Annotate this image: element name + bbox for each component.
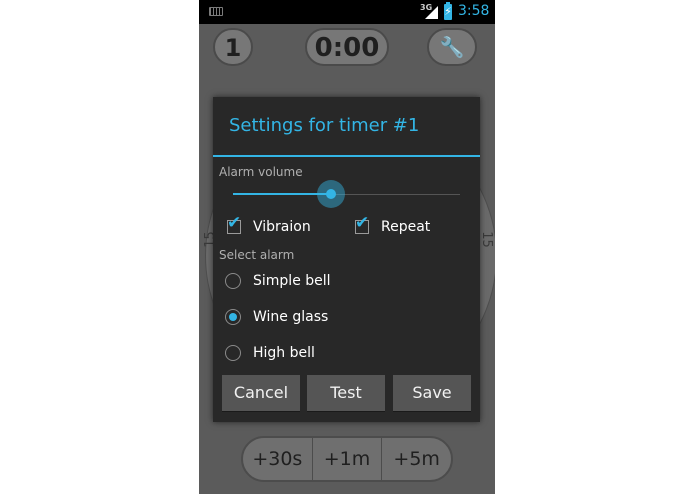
status-clock: 3:58 [458,3,490,19]
timer-count-label: 1 [224,34,242,62]
save-button[interactable]: Save [393,375,471,411]
dial-mark-right: 15 [478,231,494,248]
status-bar: 3G ⚡ 3:58 [199,0,495,24]
vibration-label: Vibraion [253,219,311,235]
timer-time-display[interactable]: 0:00 [305,28,389,66]
alarm-option-label: High bell [253,345,315,361]
alarm-option-high-bell[interactable]: High bell [225,345,315,361]
radio-button[interactable] [225,345,241,361]
slider-fill [233,193,331,195]
signal-icon [425,6,438,19]
battery-charging-icon: ⚡ [444,5,452,18]
alarm-option-label: Wine glass [253,309,329,325]
vibration-checkbox-row[interactable]: ✔ Vibraion [227,215,311,235]
alarm-option-simple-bell[interactable]: Simple bell [225,273,331,289]
alarm-option-label: Simple bell [253,273,331,289]
phone-screen: 3G ⚡ 3:58 1 0:00 🔧 15 15 +30s +1m +5m Se… [199,0,495,494]
radio-button[interactable] [225,273,241,289]
test-button[interactable]: Test [307,375,385,411]
wrench-icon: 🔧 [439,35,465,59]
checkmark-icon: ✔ [227,213,242,233]
timer-count-button[interactable]: 1 [213,28,253,66]
slider-thumb[interactable] [316,180,345,208]
add-time-bar: +30s +1m +5m [241,436,453,482]
select-alarm-label: Select alarm [219,248,295,262]
settings-dialog: Settings for timer #1 Alarm volume ✔ Vib… [213,97,480,422]
vibration-checkbox[interactable]: ✔ [227,215,241,234]
repeat-checkbox-row[interactable]: ✔ Repeat [355,215,431,235]
radio-button-selected[interactable] [225,309,241,325]
timer-time-label: 0:00 [314,33,380,63]
alarm-volume-slider[interactable] [233,180,460,208]
title-divider [213,155,480,157]
repeat-label: Repeat [381,219,431,235]
alarm-option-wine-glass[interactable]: Wine glass [225,309,328,325]
dialog-title: Settings for timer #1 [229,115,420,136]
checkmark-icon: ✔ [355,213,370,233]
add-1m-button[interactable]: +1m [313,438,383,480]
keyboard-icon [209,7,223,16]
repeat-checkbox[interactable]: ✔ [355,215,369,234]
cancel-button[interactable]: Cancel [222,375,300,411]
settings-button[interactable]: 🔧 [427,28,477,66]
battery-icon: ⚡ [444,2,452,20]
add-30s-button[interactable]: +30s [243,438,313,480]
alarm-volume-label: Alarm volume [219,165,303,179]
add-5m-button[interactable]: +5m [382,438,451,480]
